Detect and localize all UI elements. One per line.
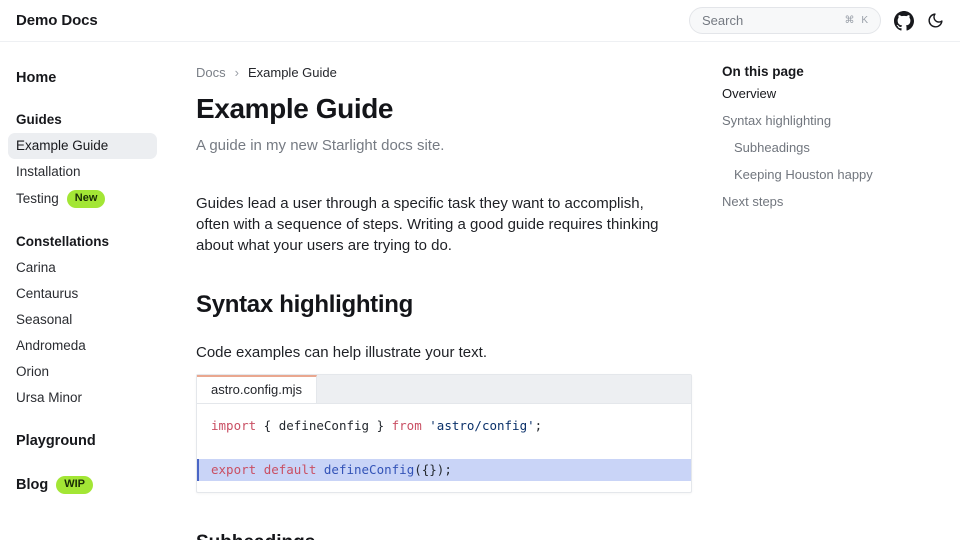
new-badge: New [67, 190, 106, 208]
sidebar-item-label: Playground [16, 433, 96, 449]
code-line-highlighted: export default defineConfig({}); [197, 459, 691, 481]
sidebar-item-centaurus[interactable]: Centaurus [8, 281, 157, 307]
intro-paragraph: Guides lead a user through a specific ta… [196, 193, 676, 256]
sidebar-item-label: Blog [16, 477, 48, 493]
sidebar-group-constellations: Constellations [8, 229, 157, 255]
sidebar-item-home[interactable]: Home [8, 65, 157, 91]
code-line: import { defineConfig } from 'astro/conf… [197, 415, 691, 437]
sidebar-item-orion[interactable]: Orion [8, 359, 157, 385]
sidebar-item-installation[interactable]: Installation [8, 159, 157, 185]
page-title: Example Guide [196, 93, 692, 125]
sidebar-group-label: Constellations [16, 234, 109, 250]
sidebar-nav: Home Guides Example Guide Installation T… [0, 42, 190, 540]
toc-item-keeping-houston-happy[interactable]: Keeping Houston happy [722, 163, 944, 187]
theme-toggle-button[interactable] [927, 12, 944, 29]
moon-icon [927, 12, 944, 29]
code-line [197, 437, 691, 459]
toc-title: On this page [722, 64, 944, 79]
search-placeholder: Search [702, 13, 743, 28]
wip-badge: WIP [56, 476, 93, 494]
sidebar-item-ursa-minor[interactable]: Ursa Minor [8, 385, 157, 411]
code-tab-bar: astro.config.mjs [197, 375, 691, 404]
breadcrumb-link-docs[interactable]: Docs [196, 65, 226, 80]
sidebar-item-label: Ursa Minor [16, 390, 82, 406]
sidebar-item-label: Home [16, 70, 56, 86]
sidebar-item-blog[interactable]: Blog WIP [8, 471, 157, 499]
main-content: Docs › Example Guide Example Guide A gui… [190, 42, 692, 540]
sidebar-item-label: Centaurus [16, 286, 78, 302]
search-input[interactable]: Search ⌘ K [689, 7, 881, 34]
code-body: import { defineConfig } from 'astro/conf… [197, 404, 691, 492]
sidebar-item-andromeda[interactable]: Andromeda [8, 333, 157, 359]
sidebar-item-label: Seasonal [16, 312, 72, 328]
sidebar-group-guides: Guides [8, 107, 157, 133]
toc-item-overview[interactable]: Overview [722, 82, 944, 106]
sidebar-item-label: Example Guide [16, 138, 108, 154]
sidebar-item-carina[interactable]: Carina [8, 255, 157, 281]
table-of-contents: On this page Overview Syntax highlightin… [722, 42, 944, 540]
heading-subheadings: Subheadings [196, 532, 692, 540]
search-shortcut-kbd: ⌘ K [845, 15, 870, 26]
sidebar-item-label: Orion [16, 364, 49, 380]
sidebar-item-example-guide[interactable]: Example Guide [8, 133, 157, 159]
github-icon [894, 11, 914, 31]
toc-item-next-steps[interactable]: Next steps [722, 190, 944, 214]
sidebar-item-label: Installation [16, 164, 81, 180]
syntax-section-paragraph: Code examples can help illustrate your t… [196, 344, 692, 361]
code-block: astro.config.mjs import { defineConfig }… [196, 374, 692, 493]
breadcrumb: Docs › Example Guide [196, 65, 692, 80]
heading-syntax-highlighting: Syntax highlighting [196, 291, 692, 319]
sidebar-group-label: Guides [16, 112, 62, 128]
breadcrumb-current: Example Guide [248, 65, 337, 80]
sidebar-item-playground[interactable]: Playground [8, 428, 157, 454]
github-link[interactable] [894, 11, 914, 31]
sidebar-item-testing[interactable]: Testing New [8, 185, 157, 213]
page-layout: Home Guides Example Guide Installation T… [0, 42, 960, 540]
chevron-right-icon: › [235, 65, 239, 80]
site-header: Demo Docs Search ⌘ K [0, 0, 960, 42]
toc-item-subheadings[interactable]: Subheadings [722, 136, 944, 160]
sidebar-item-label: Testing [16, 191, 59, 207]
sidebar-item-label: Carina [16, 260, 56, 276]
sidebar-item-seasonal[interactable]: Seasonal [8, 307, 157, 333]
toc-item-syntax-highlighting[interactable]: Syntax highlighting [722, 109, 944, 133]
site-title[interactable]: Demo Docs [16, 12, 98, 29]
sidebar-item-label: Andromeda [16, 338, 86, 354]
header-actions: Search ⌘ K [689, 7, 944, 34]
code-tab-astro-config[interactable]: astro.config.mjs [197, 375, 317, 403]
page-subtitle: A guide in my new Starlight docs site. [196, 137, 692, 154]
